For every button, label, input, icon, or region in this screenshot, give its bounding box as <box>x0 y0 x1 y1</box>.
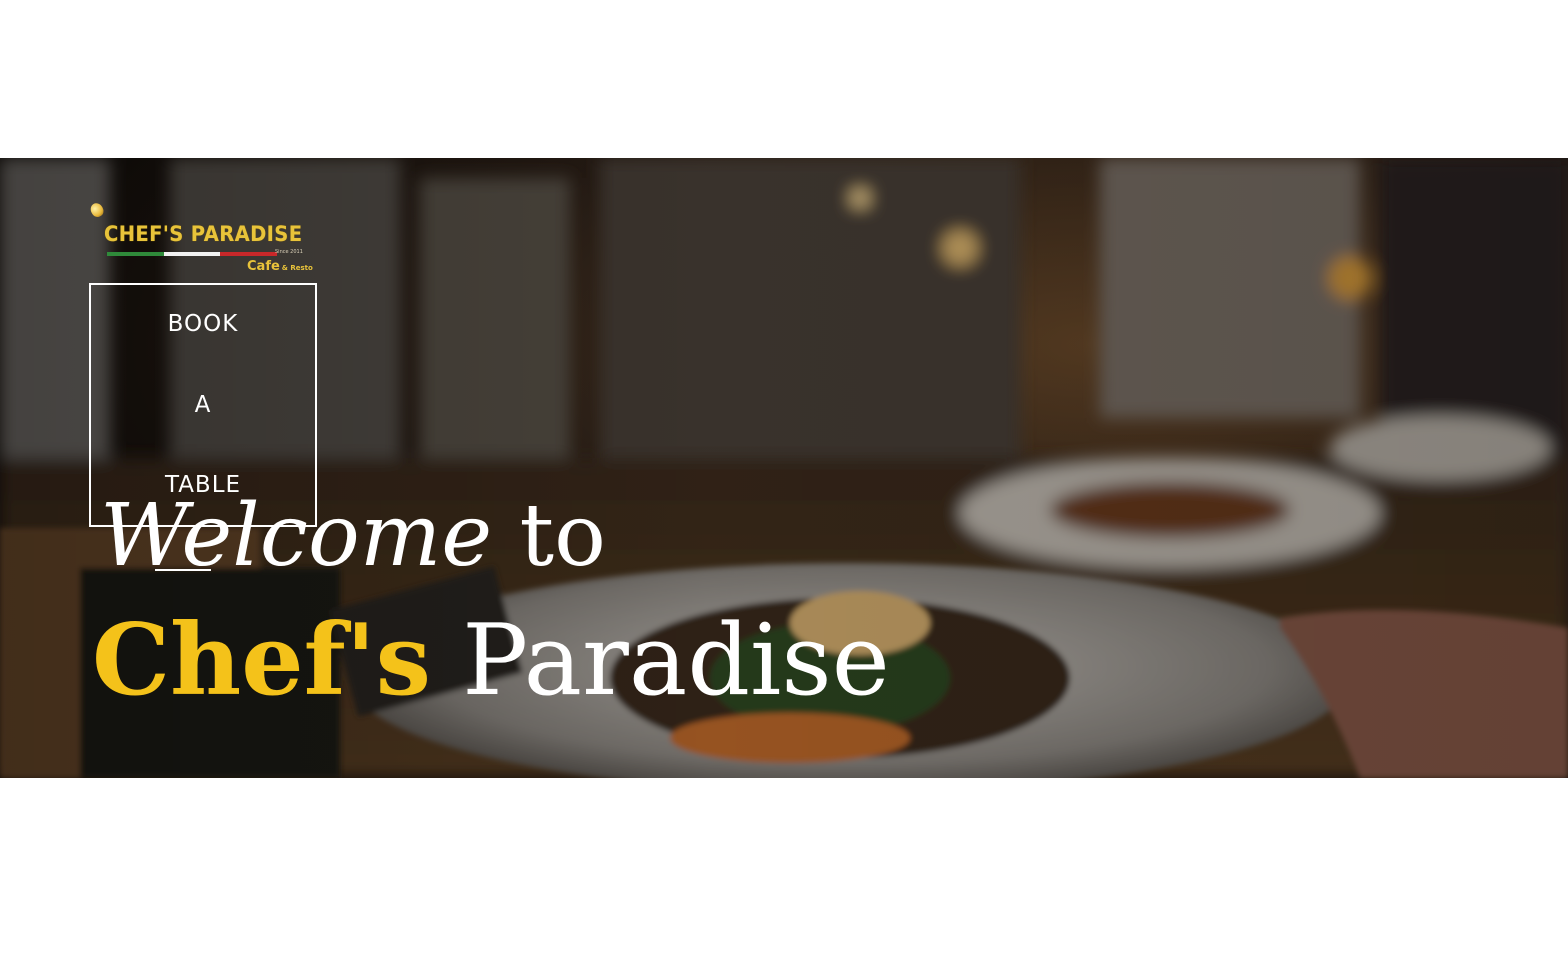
title-rest: Paradise <box>430 604 890 718</box>
welcome-underline <box>155 569 211 571</box>
logo-flag-stripe <box>107 252 277 256</box>
logo-subtitle-main: Cafe <box>247 259 280 274</box>
welcome-word: Welcome <box>100 486 493 586</box>
book-a-table-word-book: BOOK <box>167 311 239 337</box>
book-a-table-word-a: A <box>194 392 212 418</box>
title-highlight: Chef's <box>92 603 431 718</box>
logo-since: Since 2011 <box>275 249 303 255</box>
hero-title: Chef's Paradise <box>92 603 890 718</box>
logo-title: CHEF'S PARADISE <box>104 222 303 246</box>
brand-logo[interactable]: CHEF'S PARADISE Since 2011 Cafe & Resto <box>88 200 319 278</box>
page: CHEF'S PARADISE Since 2011 Cafe & Resto B… <box>0 0 1568 961</box>
logo-subtitle-small: & Resto <box>281 264 313 272</box>
welcome-to: to <box>492 486 606 586</box>
hero-welcome-heading: Welcome to <box>100 486 606 586</box>
logo-subtitle: Cafe & Resto <box>247 259 313 274</box>
